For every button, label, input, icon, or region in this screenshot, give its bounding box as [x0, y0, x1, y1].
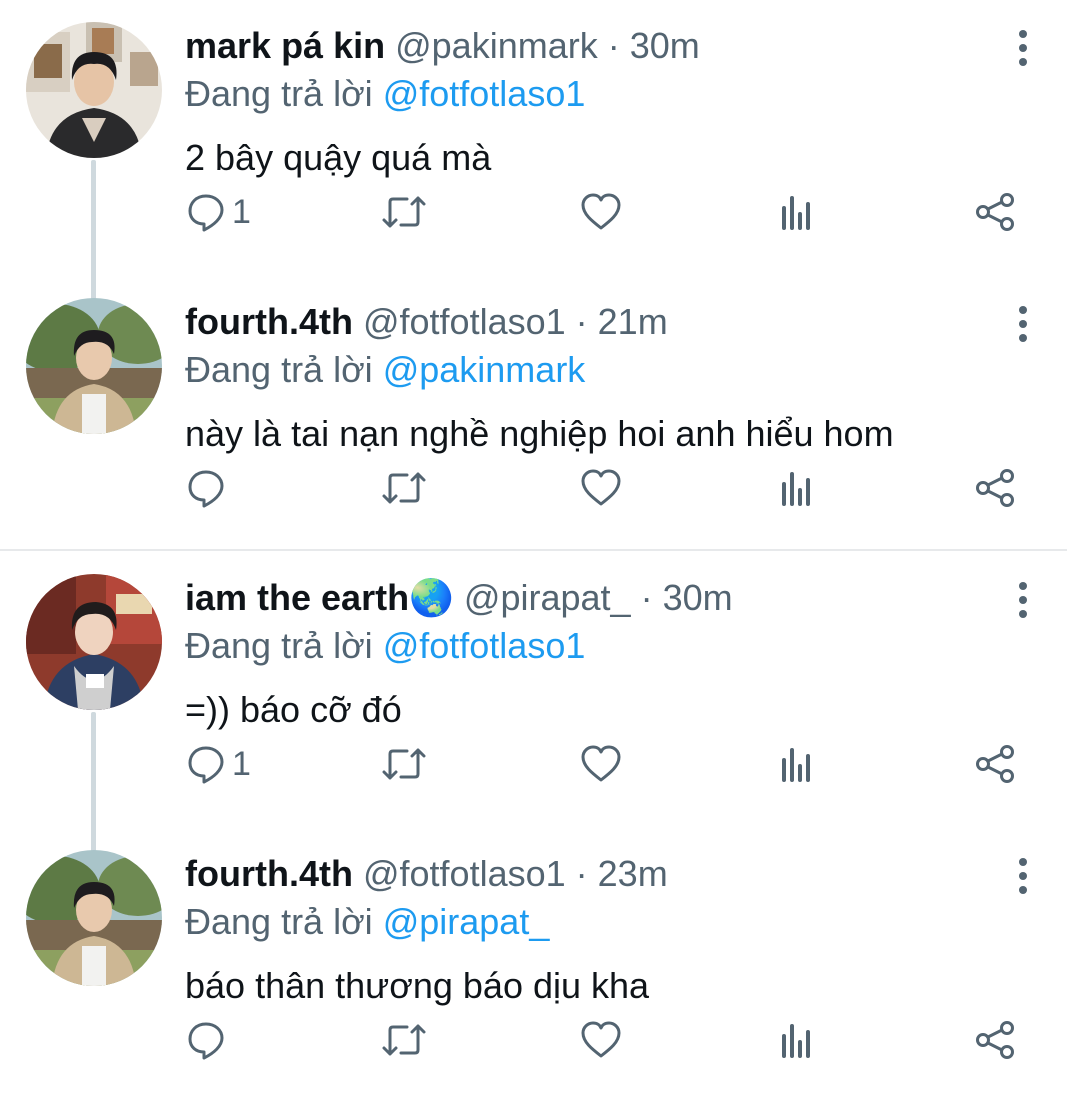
timestamp[interactable]: 30m: [630, 25, 700, 66]
heart-icon: [581, 193, 621, 230]
tweet-actions: 1: [0, 742, 1067, 786]
separator-dot: ·: [565, 853, 598, 894]
share-icon: [976, 1021, 1014, 1059]
display-name[interactable]: iam the earth🌏: [185, 577, 454, 618]
share-button[interactable]: [974, 742, 1016, 786]
separator-dot: ·: [597, 25, 630, 66]
heart-icon: [581, 1021, 621, 1058]
replying-to-label: Đang trả lời: [185, 349, 373, 390]
timestamp[interactable]: 23m: [598, 853, 668, 894]
heart-icon: [581, 745, 621, 782]
thread-1: mark pá kin @pakinmark · 30m Đang trả lờ…: [0, 0, 1067, 550]
replying-to-line: Đang trả lời @fotfotlaso1: [185, 624, 585, 668]
views-icon: [782, 748, 810, 782]
tweet-text: báo thân thương báo dịu kha: [185, 965, 650, 1006]
retweet-icon: [382, 748, 426, 780]
tweet-header: iam the earth🌏 @pirapat_ · 30m: [185, 576, 733, 620]
tweet-actions: [0, 466, 1067, 510]
tweet-text: =)) báo cỡ đó: [185, 689, 402, 730]
separator-dot: ·: [565, 301, 598, 342]
replying-to-mention[interactable]: @pirapat_: [383, 901, 550, 942]
like-button[interactable]: [580, 190, 622, 234]
more-options-icon[interactable]: [1010, 858, 1038, 894]
share-icon: [976, 193, 1014, 231]
retweet-button[interactable]: [381, 1018, 427, 1062]
share-button[interactable]: [974, 1018, 1016, 1062]
more-options-icon[interactable]: [1010, 30, 1038, 66]
share-button[interactable]: [974, 190, 1016, 234]
handle[interactable]: @pakinmark: [395, 25, 598, 66]
tweet[interactable]: mark pá kin @pakinmark · 30m Đang trả lờ…: [0, 0, 1067, 276]
avatar[interactable]: [26, 850, 162, 986]
replying-to-mention[interactable]: @fotfotlaso1: [383, 625, 586, 666]
tweet-header: fourth.4th @fotfotlaso1 · 21m: [185, 300, 668, 344]
views-button[interactable]: [778, 1018, 818, 1062]
retweet-icon: [382, 1024, 426, 1056]
views-icon: [782, 196, 810, 230]
retweet-button[interactable]: [381, 742, 427, 786]
reply-button[interactable]: [186, 466, 232, 510]
replying-to-line: Đang trả lời @fotfotlaso1: [185, 72, 585, 116]
views-button[interactable]: [778, 190, 818, 234]
reply-count: 1: [232, 745, 251, 783]
handle[interactable]: @fotfotlaso1: [363, 301, 566, 342]
display-name[interactable]: fourth.4th: [185, 853, 353, 894]
reply-icon: [188, 1022, 224, 1060]
retweet-icon: [382, 472, 426, 504]
reply-button[interactable]: 1: [186, 190, 251, 234]
replying-to-mention[interactable]: @fotfotlaso1: [383, 73, 586, 114]
share-icon: [976, 745, 1014, 783]
views-icon: [782, 1024, 810, 1058]
reply-icon: [188, 470, 224, 508]
views-icon: [782, 472, 810, 506]
tweet-text: 2 bây quậy quá mà: [185, 137, 492, 178]
display-name[interactable]: mark pá kin: [185, 25, 385, 66]
display-name[interactable]: fourth.4th: [185, 301, 353, 342]
thread-divider: [0, 549, 1067, 551]
tweet-actions: [0, 1018, 1067, 1062]
separator-dot: ·: [630, 577, 663, 618]
reply-count: 1: [232, 193, 251, 231]
reply-icon: [188, 746, 224, 784]
views-button[interactable]: [778, 466, 818, 510]
timestamp[interactable]: 30m: [663, 577, 733, 618]
reply-icon: [188, 194, 224, 232]
tweet[interactable]: iam the earth🌏 @pirapat_ · 30m Đang trả …: [0, 552, 1067, 828]
retweet-button[interactable]: [381, 466, 427, 510]
avatar[interactable]: [26, 22, 162, 158]
tweet-actions: 1: [0, 190, 1067, 234]
handle[interactable]: @fotfotlaso1: [363, 853, 566, 894]
like-button[interactable]: [580, 1018, 622, 1062]
timestamp[interactable]: 21m: [598, 301, 668, 342]
replying-to-label: Đang trả lời: [185, 625, 373, 666]
tweet-header: fourth.4th @fotfotlaso1 · 23m: [185, 852, 668, 896]
replying-to-line: Đang trả lời @pakinmark: [185, 348, 585, 392]
share-button[interactable]: [974, 466, 1016, 510]
replying-to-label: Đang trả lời: [185, 901, 373, 942]
reply-button[interactable]: [186, 1018, 232, 1062]
replying-to-line: Đang trả lời @pirapat_: [185, 900, 549, 944]
retweet-icon: [382, 196, 426, 228]
tweet[interactable]: fourth.4th @fotfotlaso1 · 21m Đang trả l…: [0, 276, 1067, 552]
avatar[interactable]: [26, 574, 162, 710]
like-button[interactable]: [580, 466, 622, 510]
thread-2: iam the earth🌏 @pirapat_ · 30m Đang trả …: [0, 552, 1067, 1103]
retweet-button[interactable]: [381, 190, 427, 234]
tweet-text: này là tai nạn nghề nghiệp hoi anh hiểu …: [185, 413, 894, 454]
tweet-header: mark pá kin @pakinmark · 30m: [185, 24, 700, 68]
like-button[interactable]: [580, 742, 622, 786]
reply-button[interactable]: 1: [186, 742, 251, 786]
replying-to-label: Đang trả lời: [185, 73, 373, 114]
views-button[interactable]: [778, 742, 818, 786]
avatar[interactable]: [26, 298, 162, 434]
replying-to-mention[interactable]: @pakinmark: [383, 349, 586, 390]
tweet[interactable]: fourth.4th @fotfotlaso1 · 23m Đang trả l…: [0, 828, 1067, 1103]
handle[interactable]: @pirapat_: [464, 577, 631, 618]
more-options-icon[interactable]: [1010, 582, 1038, 618]
share-icon: [976, 469, 1014, 507]
more-options-icon[interactable]: [1010, 306, 1038, 342]
tweet-feed: mark pá kin @pakinmark · 30m Đang trả lờ…: [0, 0, 1067, 1103]
heart-icon: [581, 469, 621, 506]
